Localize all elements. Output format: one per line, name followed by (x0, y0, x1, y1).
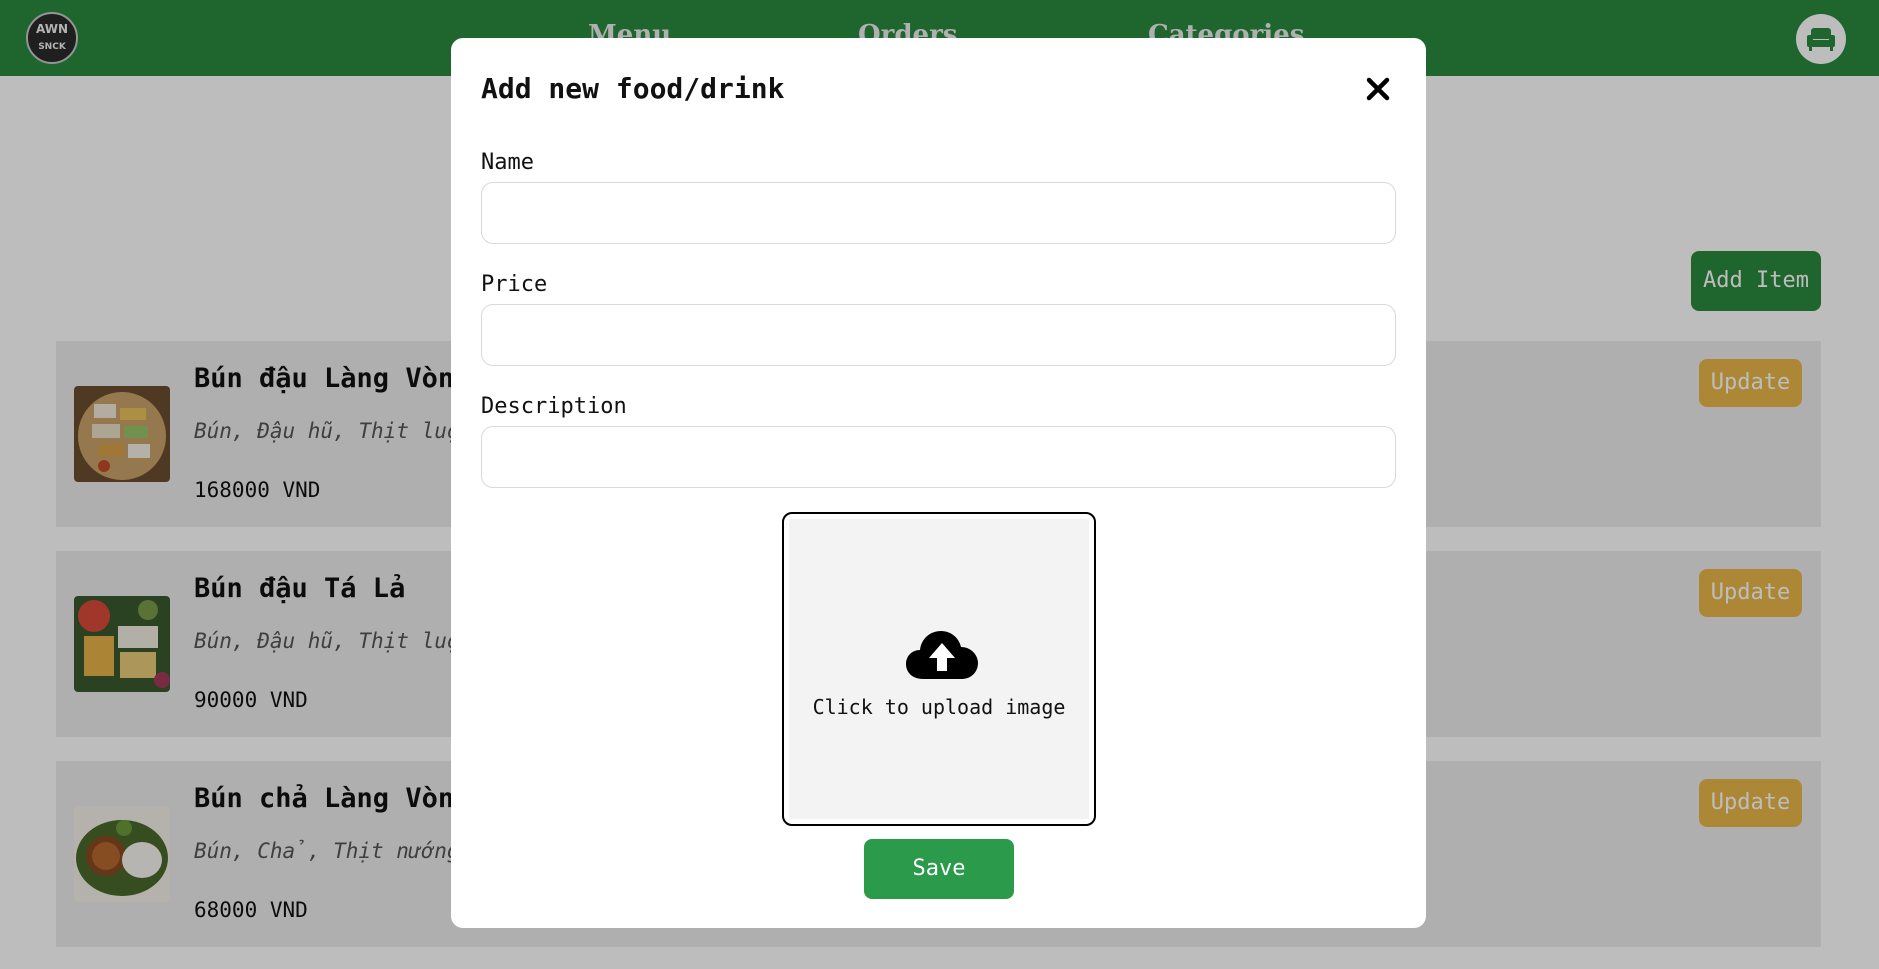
description-input[interactable] (481, 426, 1396, 488)
name-label: Name (481, 150, 534, 175)
upload-dropzone: Click to upload image (789, 519, 1089, 819)
image-upload-area[interactable]: Click to upload image (782, 512, 1096, 826)
close-button[interactable] (1365, 76, 1391, 102)
price-input[interactable] (481, 304, 1396, 366)
add-food-modal: Add new food/drink Name Price Descriptio… (451, 38, 1426, 928)
modal-title: Add new food/drink (481, 72, 785, 105)
save-button[interactable]: Save (864, 839, 1014, 899)
name-input[interactable] (481, 182, 1396, 244)
price-label: Price (481, 272, 548, 297)
close-icon (1366, 77, 1390, 101)
cloud-upload-icon (906, 631, 978, 679)
description-label: Description (481, 394, 627, 419)
upload-text: Click to upload image (812, 695, 1066, 719)
